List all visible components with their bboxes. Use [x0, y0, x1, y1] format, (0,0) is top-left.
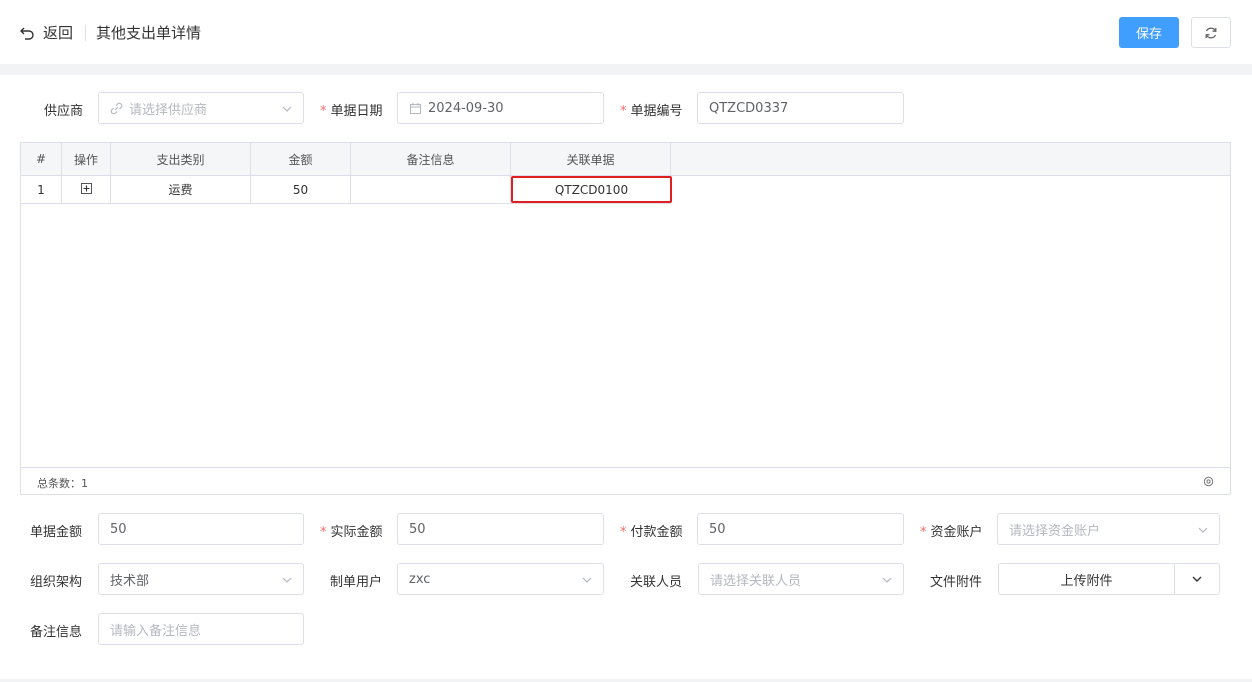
- link-icon: [110, 102, 123, 115]
- chevron-down-icon: [581, 574, 593, 590]
- date-label: * 单据日期: [320, 104, 383, 119]
- pay-amount-input[interactable]: 50: [697, 513, 904, 545]
- undo-icon: [20, 27, 34, 40]
- table-row[interactable]: 1 运费 50 QTZCD0100: [21, 176, 1230, 204]
- row-amount[interactable]: 50: [251, 176, 351, 204]
- org-select[interactable]: 技术部: [98, 563, 304, 595]
- number-value: QTZCD0337: [709, 100, 789, 116]
- actual-amount-label: * 实际金额: [320, 525, 383, 540]
- page-header: 返回 其他支出单详情 保存: [0, 0, 1252, 64]
- org-value: 技术部: [110, 573, 150, 589]
- date-picker[interactable]: 2024-09-30: [397, 92, 604, 124]
- chevron-down-icon: [281, 574, 293, 590]
- expand-plus-icon[interactable]: [80, 182, 92, 197]
- related-person-select[interactable]: 请选择关联人员: [698, 563, 904, 595]
- gear-icon[interactable]: [1203, 476, 1214, 491]
- chevron-down-icon: [881, 574, 893, 590]
- back-button[interactable]: 返回: [20, 22, 73, 43]
- column-header-index: #: [21, 143, 62, 175]
- row-related-highlighted[interactable]: QTZCD0100: [511, 176, 672, 203]
- related-person-label: 关联人员: [630, 575, 683, 590]
- row-remark[interactable]: [351, 176, 511, 204]
- column-header-remark: 备注信息: [351, 143, 511, 175]
- related-person-placeholder: 请选择关联人员: [710, 573, 802, 589]
- account-placeholder: 请选择资金账户: [1009, 523, 1101, 539]
- page-title: 其他支出单详情: [96, 24, 202, 42]
- attachment-upload: 上传附件: [998, 563, 1220, 595]
- table-footer: 总条数：1: [21, 467, 1230, 494]
- row-category[interactable]: 运费: [111, 176, 251, 204]
- supplier-select[interactable]: 请选择供应商: [98, 92, 304, 124]
- supplier-placeholder: 请选择供应商: [129, 102, 208, 118]
- number-label: * 单据编号: [620, 104, 683, 119]
- column-header-amount: 金额: [251, 143, 351, 175]
- date-value: 2024-09-30: [428, 100, 504, 116]
- column-header-related: 关联单据: [511, 143, 671, 175]
- creator-select[interactable]: zxc: [397, 563, 604, 595]
- upload-button[interactable]: 上传附件: [999, 564, 1175, 594]
- account-select[interactable]: 请选择资金账户: [997, 513, 1220, 545]
- pay-amount-label: * 付款金额: [620, 525, 683, 540]
- chevron-down-icon: [281, 103, 293, 119]
- refresh-button[interactable]: [1191, 17, 1231, 48]
- chevron-down-icon: [1197, 524, 1209, 540]
- refresh-icon: [1205, 27, 1217, 38]
- creator-label: 制单用户: [330, 575, 383, 590]
- calendar-icon: [409, 102, 422, 115]
- attachment-label: 文件附件: [930, 575, 983, 590]
- chevron-down-icon: [1192, 576, 1202, 582]
- org-label: 组织架构: [30, 575, 83, 590]
- upload-dropdown-button[interactable]: [1175, 564, 1219, 594]
- detail-table: # 操作 支出类别 金额 备注信息 关联单据 1 运费 50 QTZCD0100…: [20, 142, 1231, 495]
- account-label: * 资金账户: [920, 525, 983, 540]
- number-input[interactable]: QTZCD0337: [697, 92, 904, 124]
- remark-placeholder: 请输入备注信息: [110, 623, 202, 639]
- pay-amount-value: 50: [709, 521, 726, 537]
- main-panel: 供应商 请选择供应商 * 单据日期 2024-09-30 * 单据编号 QTZCD0…: [0, 75, 1252, 679]
- doc-amount-value: 50: [110, 521, 127, 537]
- doc-amount-input[interactable]: 50: [98, 513, 304, 545]
- table-header: # 操作 支出类别 金额 备注信息 关联单据: [21, 143, 1230, 176]
- remark-label: 备注信息: [30, 625, 83, 640]
- creator-value: zxc: [409, 571, 431, 587]
- header-divider: [85, 25, 86, 41]
- column-header-category: 支出类别: [111, 143, 251, 175]
- total-count: 总条数：1: [37, 477, 88, 490]
- doc-amount-label: 单据金额: [30, 525, 83, 540]
- remark-input[interactable]: 请输入备注信息: [98, 613, 304, 645]
- actual-amount-input[interactable]: 50: [397, 513, 604, 545]
- row-action-cell: [62, 176, 111, 204]
- column-header-action: 操作: [62, 143, 111, 175]
- row-index: 1: [21, 176, 62, 204]
- actual-amount-value: 50: [409, 521, 426, 537]
- back-label: 返回: [43, 24, 74, 42]
- supplier-label: 供应商: [44, 104, 84, 119]
- save-button[interactable]: 保存: [1119, 17, 1179, 48]
